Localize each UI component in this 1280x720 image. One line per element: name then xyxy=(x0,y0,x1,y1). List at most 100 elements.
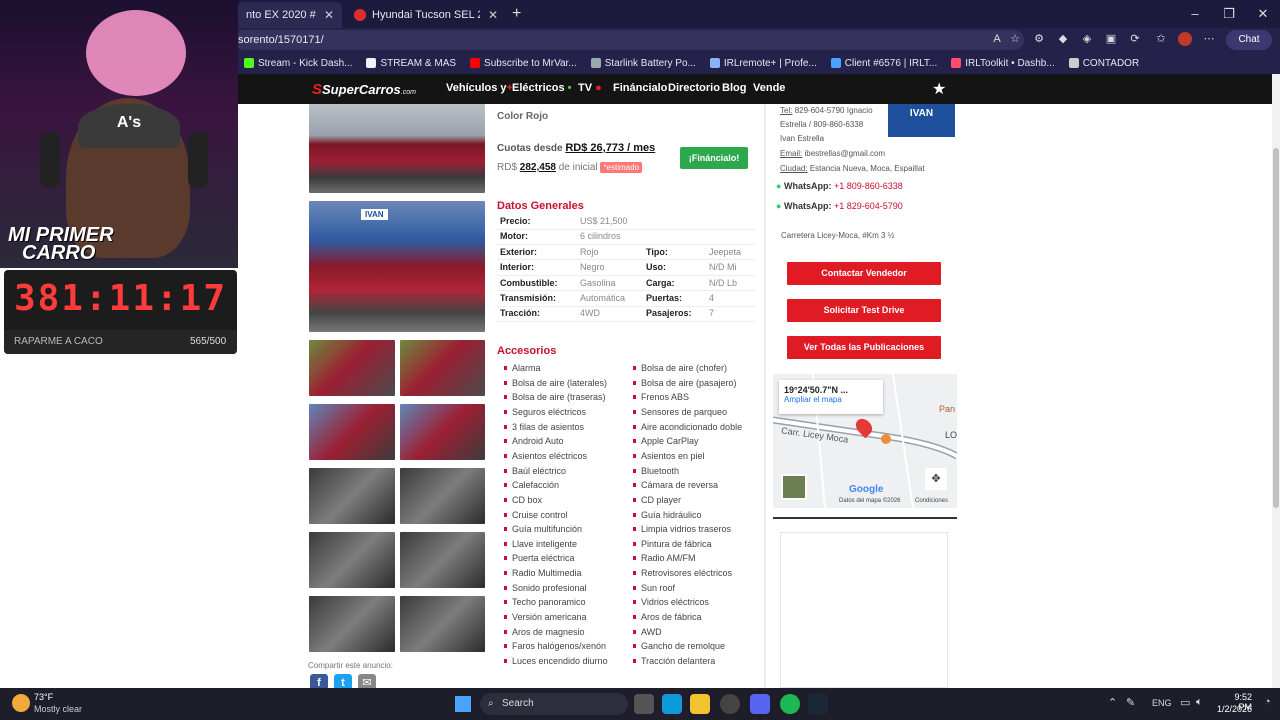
language-indicator[interactable]: ENG xyxy=(1152,698,1172,708)
spotify-icon[interactable] xyxy=(780,694,800,714)
maximize-icon[interactable]: ❐ xyxy=(1212,0,1246,28)
nav-financialo[interactable]: Fináncialo xyxy=(613,82,667,94)
car-thumbnail[interactable] xyxy=(400,404,485,460)
car-thumbnail[interactable] xyxy=(309,404,395,460)
file-explorer-icon[interactable] xyxy=(690,694,710,714)
accessory-item: Bolsa de aire (chofer) xyxy=(632,363,728,373)
new-tab-icon[interactable]: + xyxy=(512,5,521,23)
accessory-item: Retrovisores eléctricos xyxy=(632,568,733,579)
map-place-label: Pan xyxy=(939,404,956,414)
edge-icon[interactable] xyxy=(662,694,682,714)
car-photo-front[interactable]: IVAN xyxy=(309,201,485,332)
copilot-chat-button[interactable]: Chat xyxy=(1226,30,1272,50)
extension-icon[interactable]: ◆ xyxy=(1056,32,1070,46)
car-photo-main[interactable] xyxy=(309,104,485,193)
location-map[interactable]: 19°24'50.7"N ... Ampliar el mapa Carr. L… xyxy=(773,374,957,508)
tab-kia-sorento[interactable]: nto EX 2020 #1570171 - S ✕ xyxy=(238,2,342,28)
scrollbar-thumb[interactable] xyxy=(1273,148,1279,508)
nav-directorio[interactable]: Directorio xyxy=(668,82,720,94)
contactar-vendedor-button[interactable]: Contactar Vendedor xyxy=(787,262,941,285)
nav-blog[interactable]: Blog xyxy=(722,82,746,94)
weather-temp[interactable]: 73°F xyxy=(34,692,53,702)
accessory-item: Cruise control xyxy=(504,509,568,520)
bookmark-item[interactable]: CONTADOR xyxy=(1068,58,1139,69)
car-thumbnail[interactable] xyxy=(309,596,395,652)
dealer-logo[interactable]: IVAN xyxy=(888,104,955,137)
extension-icon[interactable]: ▣ xyxy=(1104,32,1118,46)
profile-avatar[interactable] xyxy=(1178,32,1192,46)
extension-icon[interactable]: ⟳ xyxy=(1128,32,1142,46)
whatsapp-row-1[interactable]: ● WhatsApp: +1 809-860-6338 xyxy=(776,181,903,191)
task-view-icon[interactable] xyxy=(634,694,654,714)
car-thumbnail[interactable] xyxy=(400,468,485,524)
bookmark-item[interactable]: IRLremote+ | Profe... xyxy=(709,58,817,69)
bookmark-favicon-icon xyxy=(830,58,841,68)
solicitar-test-drive-button[interactable]: Solicitar Test Drive xyxy=(787,299,941,322)
car-thumbnail[interactable] xyxy=(400,340,485,396)
tab-hyundai-tucson[interactable]: Hyundai Tucson SEL 2022 #15141 ✕ xyxy=(346,2,506,28)
more-menu-icon[interactable]: ⋯ xyxy=(1202,32,1216,46)
notification-icon[interactable]: ◔ xyxy=(1264,696,1271,708)
weather-moon-icon[interactable] xyxy=(12,694,30,712)
url-input[interactable]: sorento/1570171/ xyxy=(234,30,1024,50)
windows-start-icon[interactable] xyxy=(455,696,471,712)
twitter-share-icon[interactable]: t xyxy=(334,674,352,688)
volume-icon[interactable]: 🔈︎ xyxy=(1196,696,1203,709)
favorites-icon[interactable]: ✩ xyxy=(1154,32,1168,46)
ampliar-mapa-link[interactable]: Ampliar el mapa xyxy=(784,395,878,404)
taskbar-search[interactable]: ⌕ Search xyxy=(480,693,628,715)
tray-chevron-icon[interactable]: ⌃ xyxy=(1108,696,1117,709)
close-tab-icon[interactable]: ✕ xyxy=(324,8,334,22)
financialo-button[interactable]: ¡Fináncialo! xyxy=(680,147,748,169)
bookmark-item[interactable]: Starlink Battery Po... xyxy=(590,58,696,69)
car-thumbnail[interactable] xyxy=(400,596,485,652)
fullscreen-icon[interactable]: ✥ xyxy=(925,468,947,490)
row-divider xyxy=(497,228,755,230)
satellite-toggle[interactable] xyxy=(781,474,807,500)
extension-icon[interactable]: ◈ xyxy=(1080,32,1094,46)
email-share-icon[interactable]: ✉ xyxy=(358,674,376,688)
network-icon[interactable]: ▭ xyxy=(1180,696,1190,709)
clock-date[interactable]: 1/2/2026 xyxy=(1216,704,1252,714)
obs-icon[interactable] xyxy=(720,694,740,714)
email-value[interactable]: ibestrellas@gmail.com xyxy=(804,149,885,158)
bookmark-label: Client #6576 | IRLT... xyxy=(844,57,938,69)
extension-icon[interactable]: ⚙ xyxy=(1032,32,1046,46)
restaurant-marker-icon[interactable] xyxy=(881,434,891,444)
discord-icon[interactable] xyxy=(750,694,770,714)
accessory-item: Techo panoramico xyxy=(504,597,586,608)
supercarros-logo[interactable]: SSuperCarros.com xyxy=(312,81,416,98)
nav-vehiculos[interactable]: Vehículos y+ xyxy=(446,82,513,94)
pen-icon[interactable]: ✎ xyxy=(1126,696,1135,709)
weather-desc[interactable]: Mostly clear xyxy=(34,704,82,714)
close-window-icon[interactable]: ✕ xyxy=(1246,0,1280,28)
bookmark-item[interactable]: STREAM & MAS xyxy=(366,58,456,69)
whatsapp-row-2[interactable]: ● WhatsApp: +1 829-604-5790 xyxy=(776,201,903,211)
nav-vende[interactable]: Vende xyxy=(753,82,785,94)
close-tab-icon[interactable]: ✕ xyxy=(488,8,498,22)
car-thumbnail[interactable] xyxy=(309,340,395,396)
car-thumbnail[interactable] xyxy=(400,532,485,588)
bookmark-item[interactable]: Stream - Kick Dash... xyxy=(244,58,352,69)
bookmark-item[interactable]: IRLToolkit • Dashb... xyxy=(951,58,1055,69)
spec-value: N/D Mi xyxy=(709,262,737,273)
bookmark-item[interactable]: Subscribe to MrVar... xyxy=(470,58,577,69)
nav-tv[interactable]: TV ● xyxy=(578,82,602,94)
read-aloud-icon[interactable]: A xyxy=(990,32,1004,46)
accessory-item: Radio AM/FM xyxy=(633,553,696,564)
accessory-item: Asientos en piel xyxy=(633,450,705,461)
steam-icon[interactable] xyxy=(808,694,828,714)
minimize-icon[interactable]: – xyxy=(1178,0,1212,28)
bookmark-item[interactable]: Client #6576 | IRLT... xyxy=(830,57,938,69)
favorites-star-icon[interactable]: ★ xyxy=(932,79,946,99)
facebook-share-icon[interactable]: f xyxy=(310,674,328,688)
car-thumbnail[interactable] xyxy=(309,532,395,588)
favorite-star-icon[interactable]: ☆ xyxy=(1008,32,1022,46)
map-conditions-link[interactable]: Condiciones xyxy=(915,498,948,504)
page-scrollbar[interactable] xyxy=(1272,74,1280,688)
car-thumbnail[interactable] xyxy=(309,468,395,524)
logo-mark-icon: S xyxy=(312,81,323,98)
cuotas-label: Cuotas desde xyxy=(497,143,563,154)
nav-electricos[interactable]: Eléctricos • xyxy=(512,82,572,94)
ver-publicaciones-button[interactable]: Ver Todas las Publicaciones xyxy=(787,336,941,359)
